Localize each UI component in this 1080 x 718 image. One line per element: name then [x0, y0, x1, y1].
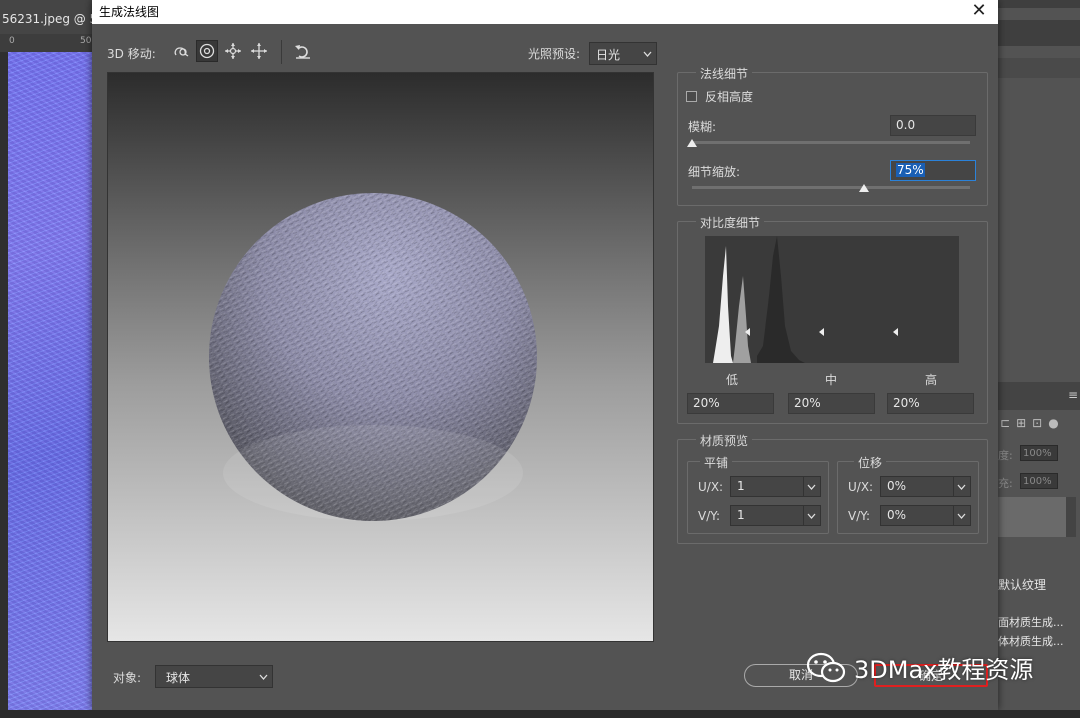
blur-slider-track[interactable] — [692, 141, 970, 144]
3d-move-label: 3D 移动: — [107, 47, 156, 61]
close-icon[interactable]: ✕ — [968, 0, 990, 22]
offset-vy-label: V/Y: — [848, 509, 871, 523]
blur-label: 模糊: — [688, 120, 717, 134]
chevron-down-icon — [803, 477, 818, 496]
detail-scale-label: 细节缩放: — [688, 165, 741, 179]
material-preview-title: 材质预览 — [696, 432, 753, 449]
histogram-graph — [713, 236, 898, 363]
lock-all-icon[interactable]: ● — [1048, 416, 1058, 436]
document-tab-label: 56231.jpeg @ 50 — [2, 12, 105, 26]
tile-vy-select[interactable]: 1 — [730, 505, 821, 526]
light-preset-label: 光照预设: — [528, 47, 581, 61]
offset-ux-value: 0% — [887, 479, 907, 493]
watermark-text: 3DMax教程资源 — [854, 656, 1034, 684]
opacity-label: 度: — [998, 449, 1013, 462]
chevron-down-icon — [256, 666, 270, 687]
tile-group: 平铺 U/X: 1 V/Y: 1 — [687, 454, 829, 534]
light-preset-value: 日光 — [596, 48, 621, 62]
tile-ux-label: U/X: — [698, 480, 724, 494]
tile-vy-value: 1 — [737, 508, 745, 522]
contrast-histogram[interactable] — [705, 236, 959, 363]
dialog-title: 生成法线图 — [99, 5, 160, 19]
lock-position-icon[interactable]: ⊞ — [1016, 416, 1026, 436]
contrast-detail-group: 对比度细节 低 中 高 20% 20% 20% — [677, 214, 988, 424]
fill-field[interactable]: 100% — [1020, 473, 1058, 489]
panel-divider — [998, 58, 1080, 78]
status-bar — [0, 710, 1080, 718]
tile-vy-label: V/Y: — [698, 509, 721, 523]
offset-vy-value: 0% — [887, 508, 907, 522]
detail-scale-value: 75% — [896, 163, 925, 177]
undo-icon[interactable] — [292, 40, 314, 62]
document-tab[interactable]: 56231.jpeg @ 50 — [0, 0, 105, 34]
ruler-mark: 50 — [80, 36, 92, 46]
layer-item-default-texture[interactable]: 默认纹理 — [998, 576, 1046, 593]
tile-ux-value: 1 — [737, 479, 745, 493]
layer-item-2[interactable]: 体材质生成... — [998, 633, 1064, 649]
layer-row-selected[interactable] — [998, 497, 1066, 537]
chevron-down-icon — [803, 506, 818, 525]
layers-panel: ≡ ⊏ ⊞ ⊡ ● 度: 100% 充: 100% 默认纹理 面材质生成... 体材质… — [998, 0, 1080, 718]
layers-header: ≡ — [998, 382, 1080, 410]
high-input[interactable]: 20% — [887, 393, 974, 414]
generate-normal-map-dialog: 生成法线图 ✕ 3D 移动: 光照预设: 日光 法线细节 反相高度 模糊: 0.… — [92, 0, 998, 710]
lock-pixels-icon[interactable]: ⊏ — [1000, 416, 1010, 436]
object-label: 对象: — [113, 671, 142, 685]
light-preset-select[interactable]: 日光 — [589, 42, 657, 65]
layers-scrollbar[interactable] — [1066, 497, 1076, 537]
blur-input[interactable]: 0.0 — [890, 115, 976, 136]
panel-top-strip — [998, 0, 1080, 8]
object-value: 球体 — [166, 671, 191, 685]
chevron-down-icon — [640, 43, 654, 64]
roll-icon[interactable] — [196, 40, 218, 62]
object-select[interactable]: 球体 — [155, 665, 273, 688]
detail-scale-input[interactable]: 75% — [890, 160, 976, 181]
rotate-icon[interactable] — [171, 40, 193, 62]
watermark: 3DMax教程资源 — [806, 650, 1033, 685]
tile-ux-select[interactable]: 1 — [730, 476, 821, 497]
chevron-down-icon — [953, 506, 968, 525]
offset-title: 位移 — [854, 454, 887, 471]
layer-item-1[interactable]: 面材质生成... — [998, 614, 1064, 630]
lock-icons: ⊏ ⊞ ⊡ ● — [998, 416, 1080, 436]
mid-input[interactable]: 20% — [788, 393, 875, 414]
wechat-icon — [806, 652, 846, 682]
chevron-down-icon — [953, 477, 968, 496]
pan-icon[interactable] — [222, 40, 244, 62]
opacity-field[interactable]: 100% — [1020, 445, 1058, 461]
dialog-titlebar: 生成法线图 ✕ — [92, 0, 998, 24]
blur-slider-thumb[interactable] — [687, 139, 697, 147]
slide-icon[interactable] — [248, 40, 270, 62]
low-label: 低 — [726, 373, 739, 387]
normal-detail-group: 法线细节 反相高度 模糊: 0.0 细节缩放: 75% — [677, 65, 988, 206]
panel-header — [998, 20, 1080, 46]
offset-ux-label: U/X: — [848, 480, 874, 494]
ruler: 0 50 — [0, 34, 100, 53]
offset-group: 位移 U/X: 0% V/Y: 0% — [837, 454, 979, 534]
contrast-detail-title: 对比度细节 — [696, 214, 765, 231]
normal-map-canvas — [8, 52, 100, 718]
sphere-preview — [209, 193, 537, 521]
ruler-zero: 0 — [9, 36, 15, 46]
panel-menu-icon[interactable]: ≡ — [1068, 388, 1078, 402]
3d-preview-viewport[interactable] — [107, 72, 654, 642]
toolbar-strip — [0, 52, 8, 718]
offset-vy-select[interactable]: 0% — [880, 505, 971, 526]
tile-title: 平铺 — [700, 454, 733, 471]
detail-scale-slider-thumb[interactable] — [859, 184, 870, 192]
invert-height-checkbox[interactable] — [686, 91, 697, 102]
low-input[interactable]: 20% — [687, 393, 774, 414]
toolbar-divider — [281, 40, 282, 64]
mid-label: 中 — [825, 373, 838, 387]
offset-ux-select[interactable]: 0% — [880, 476, 971, 497]
invert-height-label: 反相高度 — [705, 90, 754, 104]
fill-label: 充: — [998, 477, 1013, 490]
material-preview-group: 材质预览 平铺 U/X: 1 V/Y: 1 位移 U/X: 0% V/Y: 0% — [677, 432, 988, 544]
lock-artboard-icon[interactable]: ⊡ — [1032, 416, 1042, 436]
high-label: 高 — [925, 373, 938, 387]
detail-scale-slider-track[interactable] — [692, 186, 970, 189]
normal-detail-title: 法线细节 — [696, 65, 753, 82]
